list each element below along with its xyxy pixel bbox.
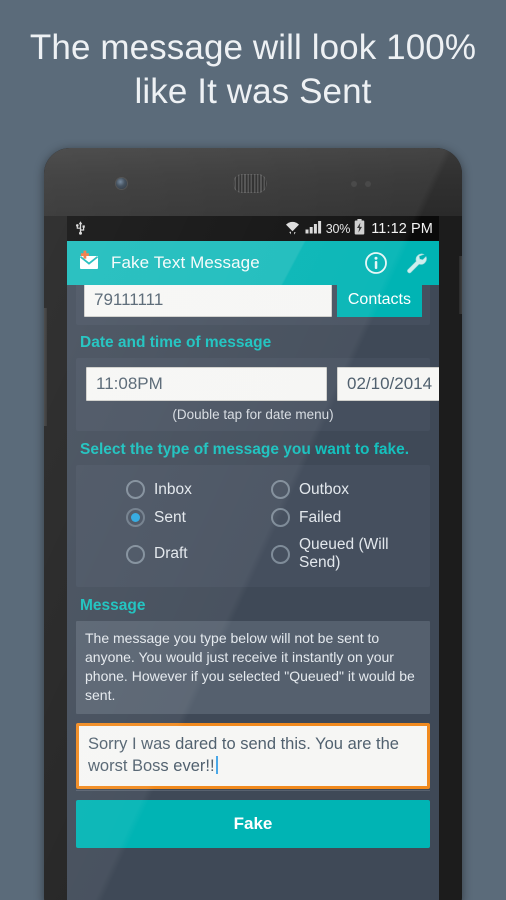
front-camera-icon — [116, 178, 127, 189]
proximity-sensor-icon — [351, 181, 357, 187]
fake-button[interactable]: Fake — [76, 800, 430, 848]
date-input[interactable] — [337, 367, 439, 401]
message-type-radio-group: Inbox Outbox Sent Failed Draft Queued (W… — [86, 474, 420, 578]
radio-circle-icon — [126, 544, 145, 564]
envelope-plus-icon — [78, 250, 102, 277]
radio-label: Queued (Will Send) — [299, 536, 389, 571]
usb-icon — [75, 220, 86, 238]
phone-screen: 30% 11:12 PM Fake Text Message 79111111 … — [67, 216, 439, 900]
app-title: Fake Text Message — [111, 253, 260, 272]
battery-percent-label: 30% — [325, 221, 351, 236]
radio-label: Inbox — [154, 480, 192, 498]
phone-top-bezel — [44, 148, 462, 216]
phone-device-mockup: 30% 11:12 PM Fake Text Message 79111111 … — [44, 148, 462, 900]
message-hint-text: The message you type below will not be s… — [76, 621, 430, 714]
datetime-hint: (Double tap for date menu) — [172, 407, 334, 422]
promo-headline: The message will look 100% like It was S… — [0, 0, 506, 140]
radio-option-outbox[interactable]: Outbox — [271, 480, 420, 499]
datetime-panel: (Double tap for date menu) — [76, 358, 439, 431]
power-button[interactable] — [459, 256, 462, 314]
radio-option-sent[interactable]: Sent — [126, 508, 271, 527]
radio-label: Failed — [299, 508, 342, 526]
radio-option-failed[interactable]: Failed — [271, 508, 420, 527]
radio-circle-icon — [271, 544, 290, 564]
status-bar-clock: 11:12 PM — [371, 220, 433, 237]
earpiece-speaker-icon — [233, 174, 267, 193]
message-type-section-label: Select the type of message you want to f… — [80, 441, 410, 458]
light-sensor-icon — [365, 181, 371, 187]
radio-circle-icon — [271, 508, 290, 527]
section-divider — [76, 790, 430, 791]
volume-button[interactable] — [44, 308, 47, 426]
radio-option-draft[interactable]: Draft — [126, 536, 271, 572]
radio-option-queued[interactable]: Queued (Will Send) — [271, 536, 420, 572]
app-bar: Fake Text Message — [67, 241, 439, 285]
radio-label: Draft — [154, 545, 188, 562]
phone-number-input[interactable] — [84, 283, 332, 317]
radio-circle-selected-icon — [126, 508, 145, 527]
message-body-text: Sorry I was dared to send this. You are … — [88, 735, 399, 775]
form-content: Contacts Date and time of message (Doubl… — [67, 276, 439, 848]
message-body-input[interactable]: Sorry I was dared to send this. You are … — [76, 723, 430, 789]
wrench-icon[interactable] — [403, 250, 429, 276]
message-section-label: Message — [80, 597, 146, 614]
info-icon[interactable] — [363, 250, 389, 276]
time-input[interactable] — [86, 367, 327, 401]
datetime-section-label: Date and time of message — [80, 334, 272, 351]
radio-option-inbox[interactable]: Inbox — [126, 480, 271, 499]
wifi-icon — [284, 220, 301, 238]
status-bar: 30% 11:12 PM — [67, 216, 439, 241]
radio-circle-icon — [271, 480, 290, 499]
battery-charging-icon — [354, 219, 365, 238]
promo-line-2: like It was Sent — [134, 72, 372, 111]
radio-label: Outbox — [299, 480, 349, 498]
message-type-panel: Inbox Outbox Sent Failed Draft Queued (W… — [76, 465, 430, 587]
text-cursor — [215, 756, 218, 774]
contacts-button[interactable]: Contacts — [336, 283, 422, 317]
cellular-signal-icon — [305, 220, 322, 237]
promo-line-1: The message will look 100% — [29, 28, 477, 67]
radio-label: Sent — [154, 508, 186, 526]
radio-circle-icon — [126, 480, 145, 499]
